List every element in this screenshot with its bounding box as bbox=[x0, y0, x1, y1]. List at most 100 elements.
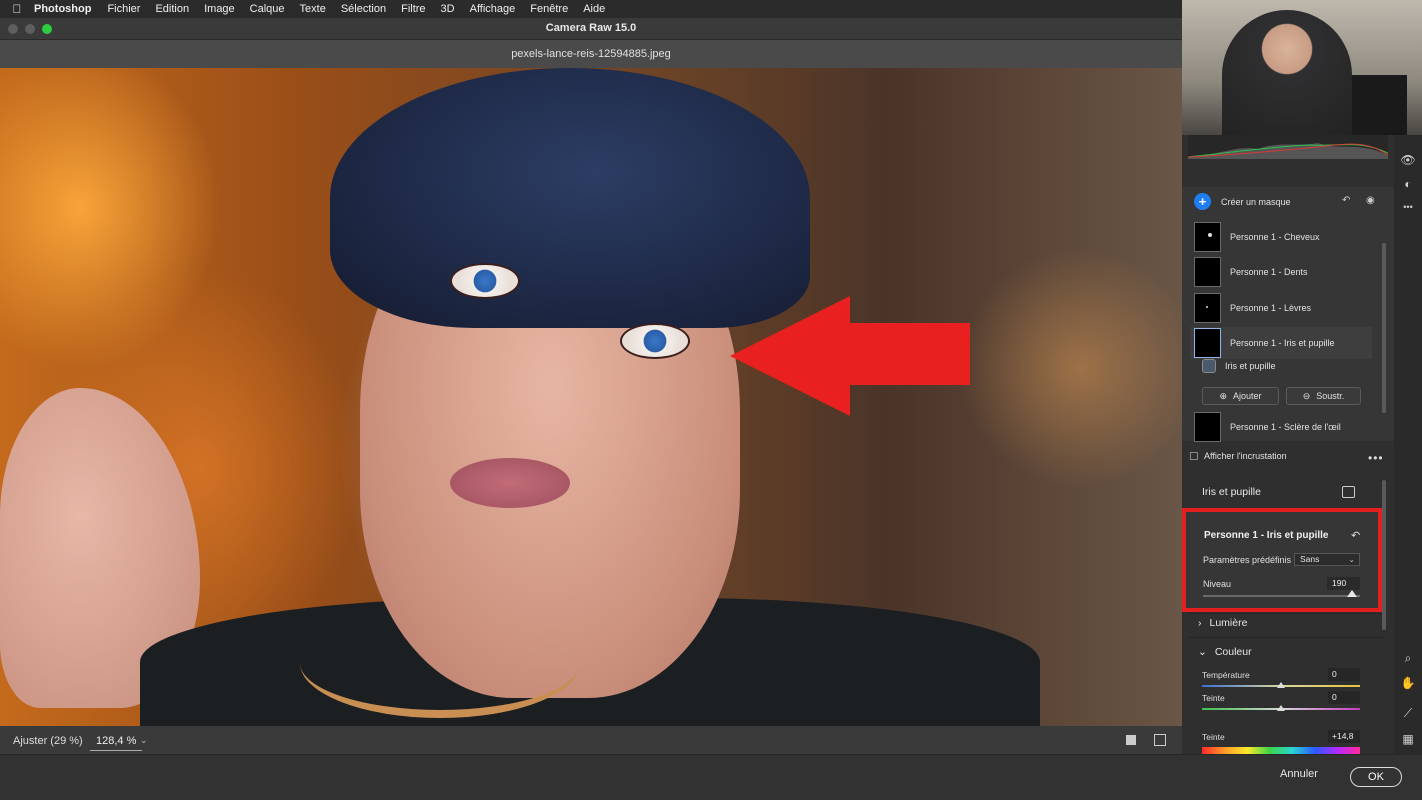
webcam-overlay bbox=[1182, 0, 1422, 135]
divider bbox=[1188, 637, 1384, 638]
section-couleur-label: Couleur bbox=[1214, 646, 1252, 658]
reset-icon[interactable]: ↶ bbox=[1342, 195, 1350, 206]
masks-panel: + Créer un masque ↶ ◉ Personne 1 - Cheve… bbox=[1182, 135, 1394, 754]
adjust-panel-scrollbar[interactable] bbox=[1382, 480, 1386, 630]
plus-icon: + bbox=[1194, 193, 1211, 210]
zoom-icon[interactable]: ⌕ bbox=[1400, 650, 1416, 666]
mask-item-label: Personne 1 - Dents bbox=[1230, 267, 1308, 277]
photo-left-eye bbox=[450, 263, 520, 299]
presets-value: Sans bbox=[1300, 554, 1320, 564]
presets-label: Paramètres prédéfinis bbox=[1203, 555, 1292, 565]
photo-necklace bbox=[300, 608, 580, 718]
file-name-bar: pexels-lance-reis-12594885.jpeg bbox=[0, 40, 1182, 68]
tint-label: Teinte bbox=[1202, 693, 1225, 703]
invert-mask-icon[interactable] bbox=[1342, 486, 1355, 498]
mask-icon[interactable]: ◐ bbox=[1400, 176, 1416, 192]
red-arrow-annotation bbox=[730, 296, 970, 416]
eye-icon[interactable]: 👁 bbox=[1400, 152, 1416, 168]
mask-item-sclere[interactable]: Personne 1 - Sclère de l'œil bbox=[1194, 411, 1374, 443]
mask-thumbnail bbox=[1194, 222, 1221, 252]
grid-icon[interactable]: ▦ bbox=[1400, 731, 1416, 747]
webcam-presenter bbox=[1222, 10, 1352, 135]
menu-affichage[interactable]: Affichage bbox=[470, 3, 516, 15]
section-couleur[interactable]: ⌄ Couleur bbox=[1198, 646, 1252, 658]
hue-label: Teinte bbox=[1202, 732, 1225, 742]
component-section-title: Iris et pupille bbox=[1202, 486, 1261, 498]
before-after-view-icon[interactable] bbox=[1154, 734, 1166, 746]
mask-item-levres[interactable]: Personne 1 - Lèvres bbox=[1194, 292, 1374, 324]
zoom-dropdown-icon[interactable]: ⌄ bbox=[140, 735, 148, 746]
level-slider-track[interactable] bbox=[1203, 595, 1360, 597]
single-view-icon[interactable] bbox=[1126, 735, 1136, 745]
divider bbox=[1188, 613, 1384, 614]
menu-3d[interactable]: 3D bbox=[441, 3, 455, 15]
visibility-eye-icon[interactable]: ◉ bbox=[1366, 195, 1375, 206]
apple-menu-icon[interactable]:  bbox=[0, 2, 34, 16]
zoom-level[interactable]: 128,4 % bbox=[90, 732, 143, 751]
window-titlebar: Camera Raw 15.0 bbox=[0, 18, 1182, 40]
cancel-button[interactable]: Annuler bbox=[1280, 768, 1318, 780]
level-slider-thumb[interactable] bbox=[1347, 590, 1358, 597]
mask-thumbnail bbox=[1194, 328, 1221, 358]
mask-item-label: Personne 1 - Sclère de l'œil bbox=[1230, 422, 1341, 432]
mask-thumbnail bbox=[1194, 293, 1221, 323]
menu-texte[interactable]: Texte bbox=[300, 3, 326, 15]
create-mask-button[interactable]: + Créer un masque bbox=[1194, 193, 1291, 210]
dialog-footer: Annuler OK bbox=[0, 754, 1422, 800]
menu-selection[interactable]: Sélection bbox=[341, 3, 386, 15]
chevron-down-icon: ⌄ bbox=[1198, 646, 1207, 658]
fit-zoom-button[interactable]: Ajuster (29 %) bbox=[13, 735, 83, 747]
add-label: Ajouter bbox=[1233, 391, 1262, 401]
tool-strip: 👁 ◐ ••• ⌕ ✋ ⟋ ▦ bbox=[1394, 135, 1422, 754]
mask-list-scrollbar[interactable] bbox=[1382, 243, 1386, 413]
overlay-checkbox[interactable] bbox=[1190, 452, 1198, 460]
menu-filtre[interactable]: Filtre bbox=[401, 3, 425, 15]
menu-aide[interactable]: Aide bbox=[583, 3, 605, 15]
hand-icon[interactable]: ✋ bbox=[1400, 675, 1416, 691]
mask-item-iris-pupille[interactable]: Personne 1 - Iris et pupille bbox=[1190, 327, 1372, 359]
create-mask-label: Créer un masque bbox=[1221, 196, 1291, 207]
section-lumiere[interactable]: › Lumière bbox=[1198, 617, 1247, 629]
menu-fichier[interactable]: Fichier bbox=[107, 3, 140, 15]
mask-item-label: Personne 1 - Lèvres bbox=[1230, 303, 1312, 313]
subtract-mask-button[interactable]: ⊖ Soustr. bbox=[1286, 387, 1361, 405]
tint-value-field[interactable]: 0 bbox=[1328, 691, 1360, 704]
add-mask-button[interactable]: ⊕ Ajouter bbox=[1202, 387, 1279, 405]
menu-app-name[interactable]: Photoshop bbox=[34, 3, 91, 15]
menu-edition[interactable]: Edition bbox=[155, 3, 189, 15]
ok-button[interactable]: OK bbox=[1350, 767, 1402, 787]
subtract-icon: ⊖ bbox=[1302, 390, 1311, 401]
status-bar: Ajuster (29 %) 128,4 % ⌄ bbox=[0, 726, 1182, 754]
hue-slider-track[interactable] bbox=[1202, 747, 1360, 754]
more-icon[interactable]: ••• bbox=[1400, 199, 1416, 215]
reset-adjustment-icon[interactable]: ↶ bbox=[1351, 529, 1360, 542]
mask-list: + Créer un masque ↶ ◉ Personne 1 - Cheve… bbox=[1182, 187, 1394, 443]
menu-calque[interactable]: Calque bbox=[250, 3, 285, 15]
adjustment-title: Personne 1 - Iris et pupille bbox=[1204, 530, 1329, 541]
hue-value-field[interactable]: +14,8 bbox=[1328, 730, 1360, 743]
temperature-value-field[interactable]: 0 bbox=[1328, 668, 1360, 681]
mask-thumbnail bbox=[1194, 257, 1221, 287]
menu-image[interactable]: Image bbox=[204, 3, 235, 15]
image-canvas[interactable] bbox=[0, 68, 1182, 726]
webcam-background bbox=[1347, 75, 1407, 135]
photo-hair bbox=[330, 68, 810, 328]
mask-item-label: Personne 1 - Cheveux bbox=[1230, 232, 1320, 242]
presets-select[interactable]: Sans ⌄ bbox=[1294, 553, 1360, 566]
menu-fenetre[interactable]: Fenêtre bbox=[530, 3, 568, 15]
mask-item-cheveux[interactable]: Personne 1 - Cheveux bbox=[1194, 221, 1374, 253]
overlay-label: Afficher l'incrustation bbox=[1204, 451, 1287, 461]
level-value-field[interactable]: 190 bbox=[1327, 577, 1360, 590]
tint-slider-thumb[interactable] bbox=[1277, 705, 1285, 711]
window-title: Camera Raw 15.0 bbox=[545, 22, 637, 34]
person-mask-icon bbox=[1202, 359, 1216, 373]
chevron-down-icon: ⌄ bbox=[1348, 555, 1355, 564]
sampler-icon[interactable]: ⟋ bbox=[1400, 705, 1416, 721]
mask-component-iris[interactable]: Iris et pupille bbox=[1202, 359, 1276, 373]
more-options-icon[interactable]: ••• bbox=[1368, 451, 1384, 465]
histogram bbox=[1188, 135, 1388, 159]
temperature-slider-thumb[interactable] bbox=[1277, 682, 1285, 688]
mask-item-dents[interactable]: Personne 1 - Dents bbox=[1194, 256, 1374, 288]
show-overlay-toggle[interactable]: Afficher l'incrustation bbox=[1190, 451, 1287, 461]
subtract-label: Soustr. bbox=[1316, 391, 1345, 401]
